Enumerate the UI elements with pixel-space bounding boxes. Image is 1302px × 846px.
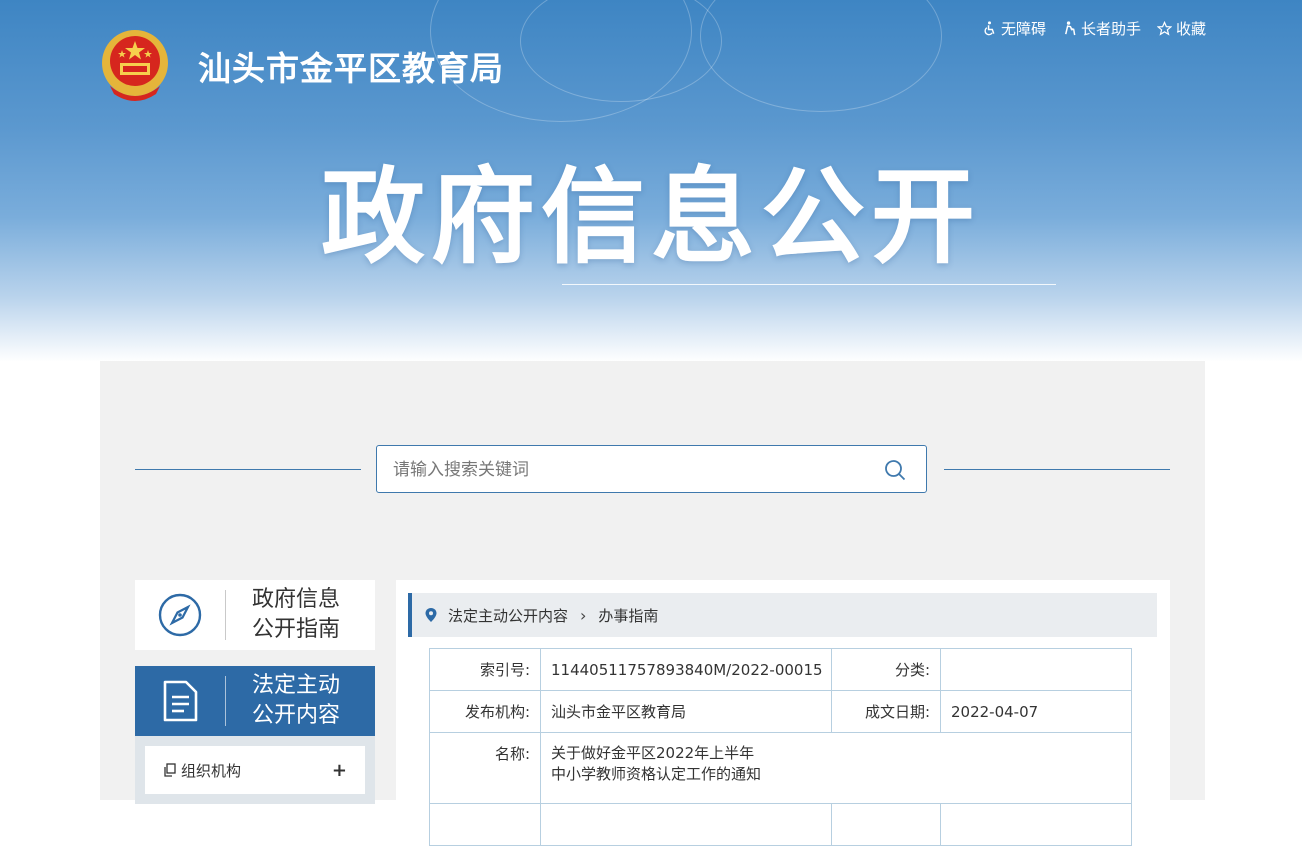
submenu-item-label: 组织机构 (181, 761, 242, 780)
submenu-item-organization[interactable]: 组织机构 + (145, 746, 365, 794)
breadcrumb-level1[interactable]: 法定主动公开内容 (448, 605, 568, 626)
decorative-petal (700, 0, 942, 112)
guide-line1: 政府信息 (252, 587, 341, 612)
sidebar-separator (225, 676, 226, 726)
name-value: 关于做好金平区2022年上半年 中小学教师资格认定工作的通知 (540, 732, 1132, 804)
name-label: 名称: (429, 732, 541, 804)
breadcrumb-separator: › (580, 605, 587, 625)
sidebar: 政府信息 公开指南 法定主动 公开内容 组织机构 + (135, 580, 375, 804)
empty-cell (429, 803, 541, 846)
empty-cell (831, 803, 941, 846)
favorite-link[interactable]: 收藏 (1156, 18, 1206, 39)
main-panel: 政府信息 公开指南 法定主动 公开内容 (100, 361, 1205, 846)
guide-line2: 公开指南 (252, 617, 341, 642)
elder-helper-icon (1064, 21, 1076, 36)
search-icon[interactable] (884, 459, 906, 481)
hero-title: 政府信息公开 (320, 156, 981, 278)
category-label: 分类: (831, 648, 941, 691)
page-header: 汕头市金平区教育局 无障碍 长者助手 收藏 政府信息公开 (0, 0, 1302, 362)
elder-helper-link[interactable]: 长者助手 (1062, 18, 1141, 39)
star-icon (1156, 21, 1172, 36)
breadcrumb: 法定主动公开内容 › 办事指南 (408, 593, 1157, 637)
index-value: 11440511757893840M/2022-00015 (540, 648, 832, 691)
breadcrumb-level2[interactable]: 办事指南 (598, 605, 658, 626)
info-table: 索引号: 11440511757893840M/2022-00015 分类: 发… (429, 648, 1132, 846)
accessibility-label: 无障碍 (1000, 20, 1046, 38)
hero-divider (562, 284, 1056, 285)
expand-icon[interactable]: + (332, 760, 347, 781)
sidebar-item-statutory[interactable]: 法定主动 公开内容 (135, 666, 375, 736)
accessibility-icon (984, 21, 995, 36)
accessibility-link[interactable]: 无障碍 (982, 18, 1046, 39)
publisher-label: 发布机构: (429, 690, 541, 733)
site-title[interactable]: 汕头市金平区教育局 (198, 42, 504, 90)
statutory-line1: 法定主动 (252, 673, 341, 698)
statutory-line2: 公开内容 (252, 703, 341, 728)
date-label: 成文日期: (831, 690, 941, 733)
category-value (940, 648, 1132, 691)
table-row: 名称: 关于做好金平区2022年上半年 中小学教师资格认定工作的通知 (429, 732, 1132, 804)
publisher-value: 汕头市金平区教育局 (540, 690, 832, 733)
sidebar-separator (225, 590, 226, 640)
search-divider-left (135, 469, 361, 470)
sidebar-submenu: 组织机构 + (135, 736, 375, 804)
top-links: 无障碍 长者助手 收藏 (982, 18, 1206, 39)
sidebar-item-label: 法定主动 公开内容 (252, 671, 340, 731)
content-panel: 法定主动公开内容 › 办事指南 索引号: 11440511757893840M/… (396, 580, 1170, 846)
sidebar-item-guide[interactable]: 政府信息 公开指南 (135, 580, 375, 650)
favorite-label: 收藏 (1175, 20, 1206, 38)
empty-cell (940, 803, 1132, 846)
copy-icon (164, 763, 176, 777)
location-pin-icon (425, 608, 437, 622)
national-emblem-icon (102, 30, 168, 101)
table-row (429, 803, 1132, 846)
search-input[interactable] (391, 446, 875, 494)
name-line2: 中小学教师资格认定工作的通知 (551, 765, 762, 783)
document-icon (163, 680, 198, 722)
table-row: 索引号: 11440511757893840M/2022-00015 分类: (429, 648, 1132, 691)
sidebar-item-label: 政府信息 公开指南 (252, 585, 340, 645)
compass-icon (158, 593, 202, 637)
name-line1: 关于做好金平区2022年上半年 (551, 744, 755, 762)
date-value: 2022-04-07 (940, 690, 1132, 733)
index-label: 索引号: (429, 648, 541, 691)
elder-helper-label: 长者助手 (1080, 20, 1141, 38)
search-divider-right (944, 469, 1170, 470)
table-row: 发布机构: 汕头市金平区教育局 成文日期: 2022-04-07 (429, 690, 1132, 733)
empty-cell (540, 803, 832, 846)
search-box (376, 445, 927, 494)
